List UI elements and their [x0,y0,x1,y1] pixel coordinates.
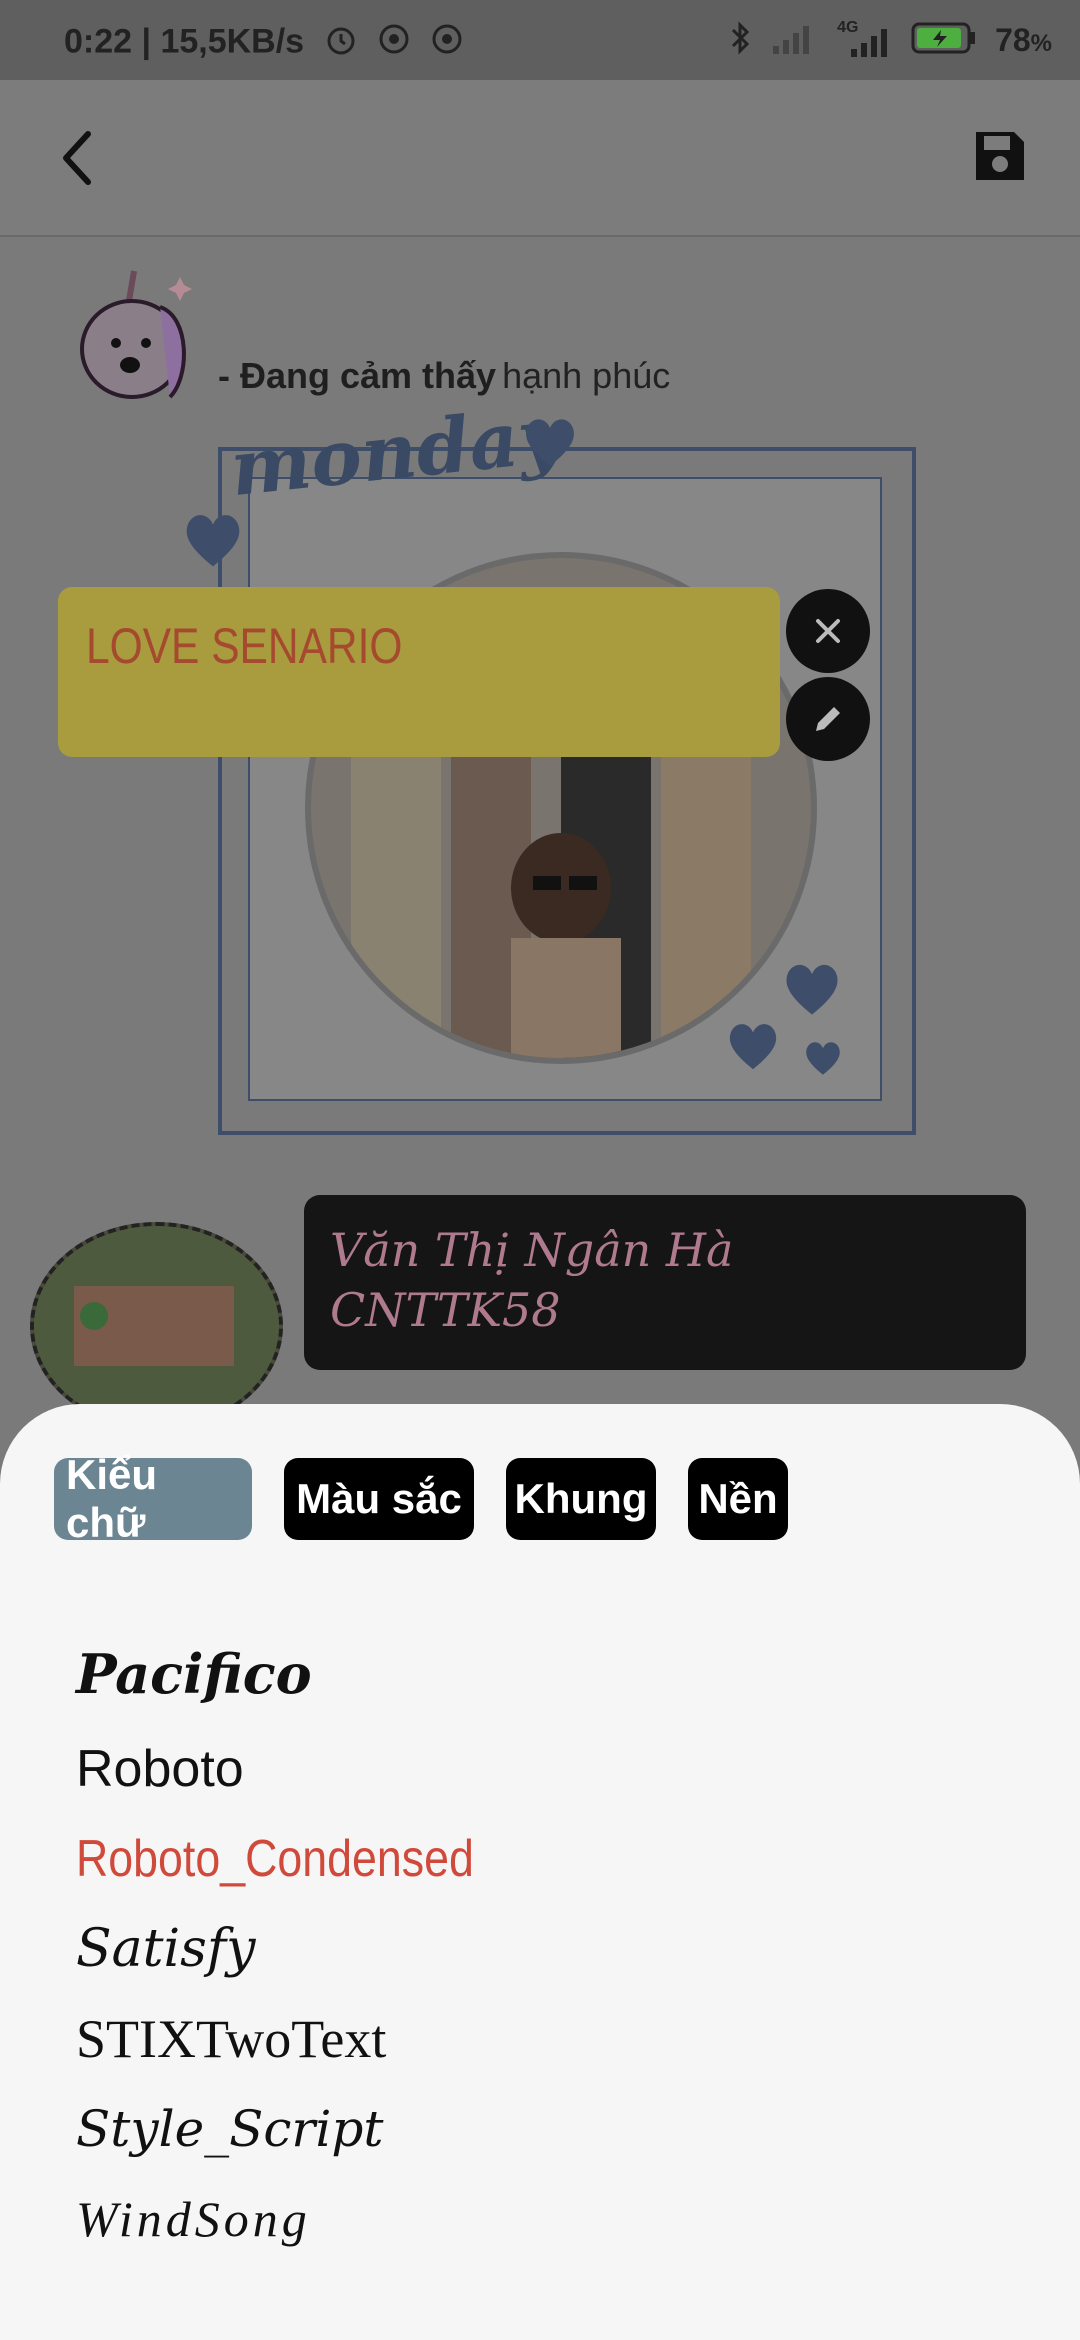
bluetooth-icon [729,20,753,61]
heart-icon [520,412,580,477]
style-bottom-sheet: Kiểu chữ Màu sắc Khung Nền Pacifico Robo… [0,1404,1080,2340]
chevron-left-icon [63,131,91,185]
status-time-speed: 0:22 | 15,5KB/s [64,22,305,61]
style-tabs: Kiểu chữ Màu sắc Khung Nền [54,1451,788,1546]
save-button[interactable] [972,128,1028,184]
font-option-roboto-condensed[interactable]: Roboto_Condensed [76,1814,850,1904]
sync-icon [377,22,411,65]
card-canvas: - Đang cảm thấy hạnh phúc monday LOVE SEN… [0,237,1080,1430]
unicorn-sticker-icon [70,267,200,407]
status-bar: 0:22 | 15,5KB/s 4G 78% [0,0,1080,80]
battery-unit: % [1030,30,1052,57]
signal-4g-icon: 4G [833,19,893,59]
mood-row: - Đang cảm thấy hạnh phúc [70,267,970,407]
floppy-disk-icon [976,132,1024,180]
name-text-box[interactable]: Văn Thị Ngân Hà CNTTK58 [304,1195,1026,1370]
app-bar [0,80,1080,237]
tab-color[interactable]: Màu sắc [284,1458,474,1540]
close-icon [816,619,840,643]
tab-frame[interactable]: Khung [506,1458,656,1540]
text-box-selected[interactable]: LOVE SENARIO [58,587,780,757]
status-right: 4G 78% [729,19,1052,61]
font-option-style-script[interactable]: Style_Script [76,2084,976,2174]
name-line-2: CNTTK58 [330,1283,561,1337]
battery-percent: 78% [995,22,1052,59]
status-left: 0:22 | 15,5KB/s [64,22,464,65]
profile-avatar [30,1222,283,1430]
signal-icon [771,22,815,59]
tab-background[interactable]: Nền [688,1458,788,1540]
font-option-windsong[interactable]: WindSong [76,2174,976,2264]
font-option-roboto[interactable]: Roboto [76,1724,976,1814]
alarm-icon [324,22,358,65]
font-option-satisfy[interactable]: Satisfy [76,1904,976,1994]
pencil-icon [816,707,840,731]
font-option-pacifico[interactable]: Pacifico [76,1624,976,1724]
font-option-stixtwotext[interactable]: STIXTwoText [76,1994,976,2084]
tab-font-style[interactable]: Kiểu chữ [54,1451,252,1546]
back-button[interactable] [52,128,112,188]
edit-text-button[interactable] [786,677,870,761]
battery-value: 78 [995,22,1031,58]
battery-icon [911,21,977,60]
remove-text-button[interactable] [786,589,870,673]
mood-value: hạnh phúc [502,355,671,396]
name-line-1: Văn Thị Ngân Hà [330,1223,734,1277]
text-box-content: LOVE SENARIO [86,618,403,674]
font-list: Pacifico Roboto Roboto_Condensed Satisfy… [76,1624,976,2264]
mood-text: - Đang cảm thấy hạnh phúc [218,355,670,397]
sync-icon [430,22,464,65]
heart-icon [180,507,246,578]
mood-prefix: - Đang cảm thấy [218,355,497,396]
